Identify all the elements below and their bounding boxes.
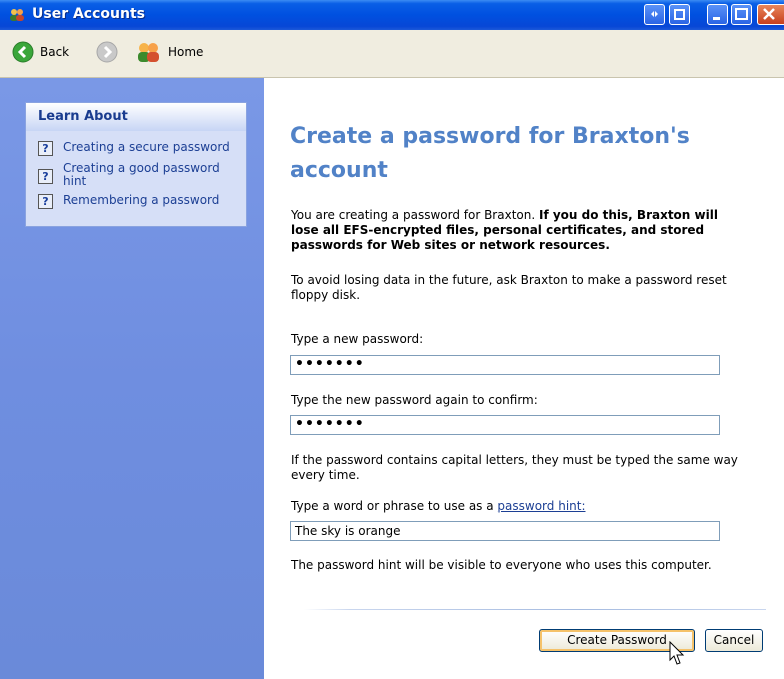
close-button[interactable] [757,4,784,25]
help-icon: ? [38,194,53,209]
main-content: Create a password for Braxton's account … [264,78,784,679]
maximize-button[interactable] [731,4,752,25]
confirm-password-label: Type the new password again to confirm: [291,393,538,407]
help-icon: ? [38,141,53,156]
password-hint-field[interactable]: The sky is orange [290,521,720,541]
learn-item-remembering-password[interactable]: ? Remembering a password [38,194,246,209]
close-icon [763,8,775,20]
extra-button-1[interactable] [644,4,665,25]
mouse-cursor-icon [669,641,685,665]
maximize-icon [735,8,748,20]
home-label: Home [168,45,204,59]
window-icon [674,9,685,20]
minimize-icon [713,17,720,20]
learn-item-password-hint[interactable]: ? Creating a good password hint [38,162,246,188]
window-title: User Accounts [32,6,145,22]
warning-prefix: You are creating a password for Braxton. [291,208,536,222]
page-title: Create a password for Braxton's account [290,124,690,183]
back-button[interactable]: Back [12,38,69,66]
learn-about-panel: Learn About ? Creating a secure password… [25,102,247,227]
forward-arrow-icon [96,41,118,63]
back-arrow-icon [12,41,34,63]
cancel-button[interactable]: Cancel [705,629,763,652]
back-label: Back [40,45,70,59]
confirm-password-field[interactable]: ••••••• [290,415,720,435]
learn-about-header: Learn About [26,103,246,131]
toolbar: Back Home [0,30,784,78]
learn-item-label: Creating a good password hint [63,161,220,188]
hint-visibility-note: The password hint will be visible to eve… [291,558,712,572]
arrows-icon [651,11,658,17]
home-button[interactable]: Home [136,38,203,66]
users-icon [10,9,24,21]
separator [304,609,766,610]
forward-button[interactable] [96,38,118,66]
learn-item-label: Creating a secure password [63,140,230,154]
hint-label: Type a word or phrase to use as a passwo… [291,499,586,513]
title-bar[interactable]: User Accounts [0,0,784,30]
new-password-label: Type a new password: [291,332,424,346]
caps-note: If the password contains capital letters… [291,453,738,482]
help-icon: ? [38,169,53,184]
warning-text: You are creating a password for Braxton.… [291,208,741,253]
hint-label-prefix: Type a word or phrase to use as a [291,499,494,513]
learn-item-secure-password[interactable]: ? Creating a secure password [38,141,246,156]
extra-button-2[interactable] [669,4,690,25]
users-home-icon [138,43,159,62]
new-password-field[interactable]: ••••••• [290,355,720,375]
password-hint-link[interactable]: password hint: [497,499,585,513]
minimize-button[interactable] [707,4,728,25]
learn-item-label: Remembering a password [63,193,220,207]
sidebar: Learn About ? Creating a secure password… [0,78,264,679]
floppy-note: To avoid losing data in the future, ask … [291,273,727,302]
